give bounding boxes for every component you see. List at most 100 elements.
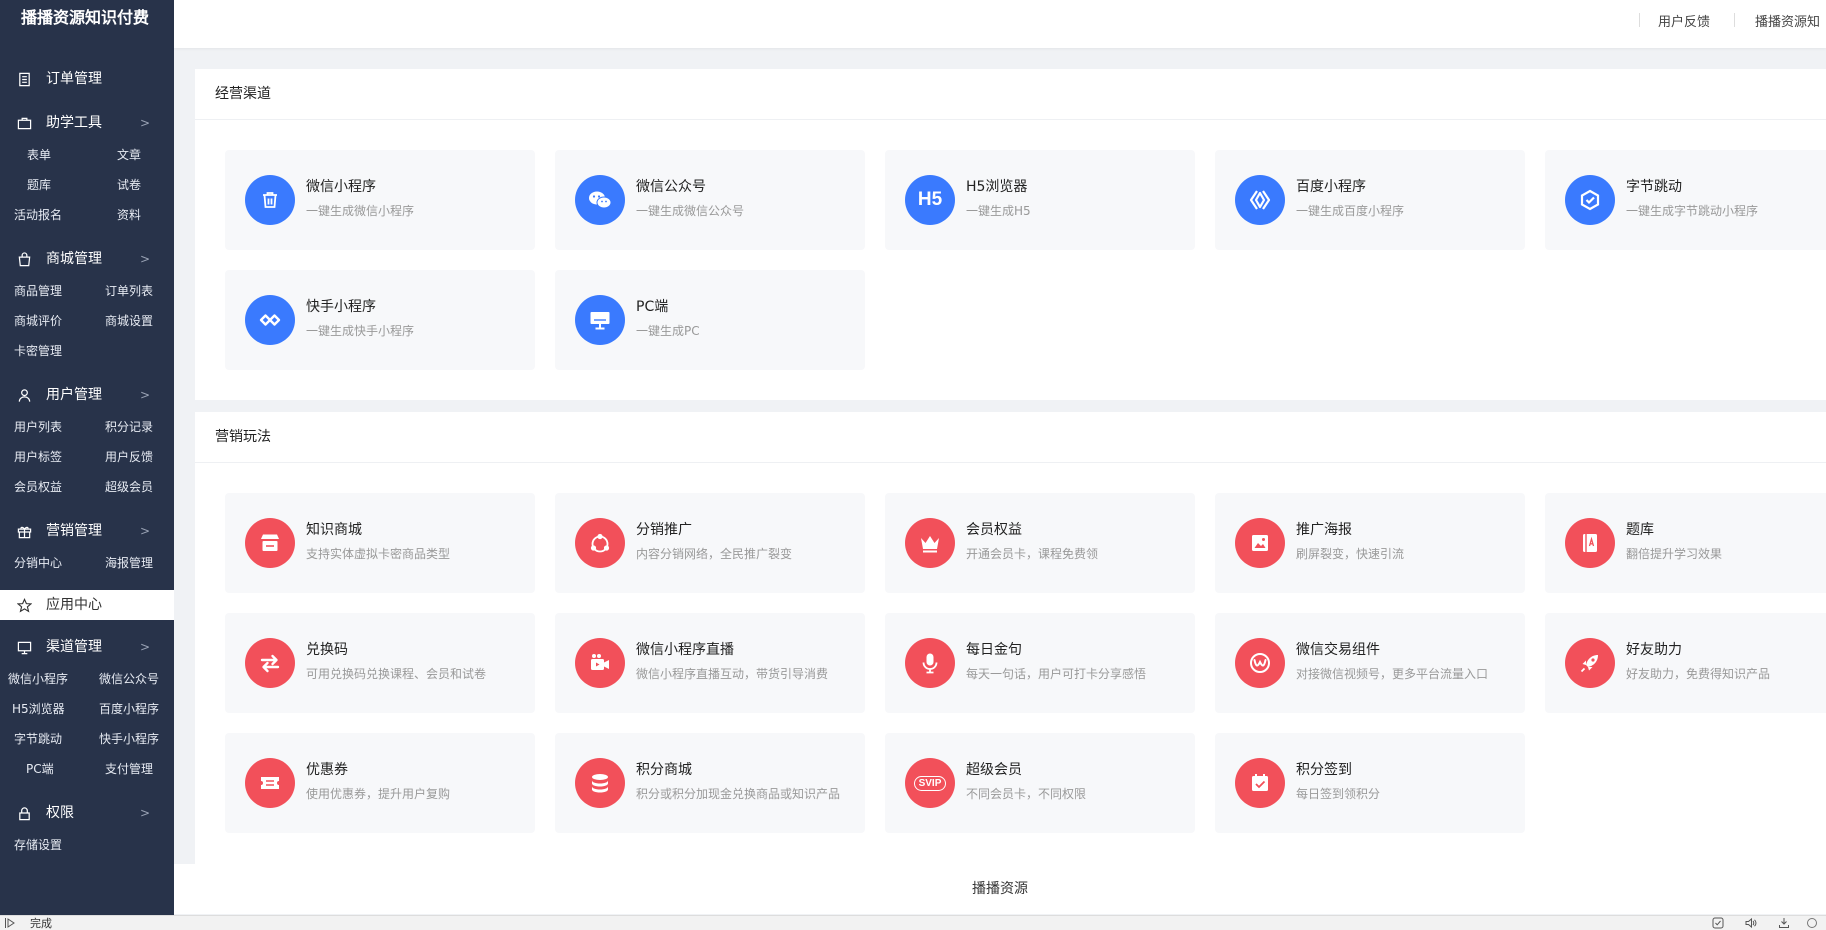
tile-title: H5浏览器: [966, 179, 1028, 195]
tile-knowledge-mall[interactable]: 知识商城 支持实体虚拟卡密商品类型: [225, 493, 535, 593]
tile-title: 好友助力: [1626, 642, 1682, 658]
tile-desc: 刷屏裂变，快速引流: [1296, 547, 1405, 561]
svip-icon: SVIP: [905, 758, 955, 808]
sub-item-h5[interactable]: H5浏览器: [0, 694, 85, 724]
sub-item-event-signup[interactable]: 活动报名: [0, 200, 77, 230]
channels-panel: 经营渠道 微信小程序 一键生成微信小程序 微信公众号 一键生成微信公众号 H5 …: [195, 69, 1826, 400]
tile-question-bank[interactable]: 题库 翻倍提升学习效果: [1545, 493, 1826, 593]
zoom-icon[interactable]: [1806, 917, 1818, 929]
sub-item-form[interactable]: 表单: [0, 140, 77, 170]
tile-coupon[interactable]: 优惠券 使用优惠券，提升用户复购: [225, 733, 535, 833]
tile-points-mall[interactable]: 积分商城 积分或积分加现金兑换商品或知识产品: [555, 733, 865, 833]
account-menu[interactable]: 播播资源知: [1755, 11, 1820, 30]
footer: 播播资源: [174, 864, 1826, 914]
sub-item-bytedance[interactable]: 字节跳动: [0, 724, 85, 754]
menu-permission[interactable]: 权限 >: [0, 798, 174, 828]
coins-icon: [575, 758, 625, 808]
tile-redeem-code[interactable]: 兑换码 可用兑换码兑换课程、会员和试卷: [225, 613, 535, 713]
tile-member-rights[interactable]: 会员权益 开通会员卡，课程免费领: [885, 493, 1195, 593]
sub-item-products[interactable]: 商品管理: [0, 276, 77, 306]
shield-check-icon[interactable]: [1712, 917, 1724, 929]
tile-desc: 好友助力，免费得知识产品: [1626, 667, 1771, 681]
tile-desc: 一键生成快手小程序: [306, 324, 415, 338]
sub-item-mall-settings[interactable]: 商城设置: [77, 306, 174, 336]
menu-channel-label: 渠道管理: [46, 639, 102, 655]
menu-channel[interactable]: 渠道管理 >: [0, 632, 174, 662]
h5-glyph: H5: [917, 189, 943, 210]
tile-h5[interactable]: H5 H5浏览器 一键生成H5: [885, 150, 1195, 250]
tile-wechat-trade[interactable]: 微信交易组件 对接微信视频号，更多平台流量入口: [1215, 613, 1525, 713]
tile-distribution[interactable]: 分销推广 内容分销网络，全民推广裂变: [555, 493, 865, 593]
tile-wechat-official[interactable]: 微信公众号 一键生成微信公众号: [555, 150, 865, 250]
browser-status-bar: 完成: [0, 915, 1826, 930]
divider: [1639, 13, 1640, 27]
tile-title: 积分签到: [1296, 762, 1352, 778]
tile-points-checkin[interactable]: 积分签到 每日签到领积分: [1215, 733, 1525, 833]
sub-item-baidu[interactable]: 百度小程序: [85, 694, 174, 724]
sub-item-user-feedback[interactable]: 用户反馈: [77, 442, 174, 472]
tile-desc: 不同会员卡，不同权限: [966, 787, 1087, 801]
sub-item-wechat-official[interactable]: 微信公众号: [85, 664, 174, 694]
sub-item-user-tags[interactable]: 用户标签: [0, 442, 77, 472]
sidebar: 播播资源知识付费 订单管理 助学工具 > 表单 文章 题库 试卷 活动报名 资料…: [0, 0, 174, 915]
speaker-icon[interactable]: [1745, 917, 1757, 929]
monitor-icon: [575, 295, 625, 345]
menu-order[interactable]: 订单管理: [0, 64, 174, 94]
sub-item-question-bank[interactable]: 题库: [0, 170, 77, 200]
star-icon: [17, 598, 32, 613]
tile-title: 分销推广: [636, 522, 692, 538]
sub-item-card-secret[interactable]: 卡密管理: [0, 336, 77, 366]
sub-item-poster-manage[interactable]: 海报管理: [77, 548, 174, 578]
tile-pc[interactable]: PC端 一键生成PC: [555, 270, 865, 370]
coupon-icon: [245, 758, 295, 808]
svip-glyph: SVIP: [913, 775, 947, 791]
tile-kuaishou[interactable]: 快手小程序 一键生成快手小程序: [225, 270, 535, 370]
sub-item-kuaishou[interactable]: 快手小程序: [85, 724, 174, 754]
tile-title: 微信交易组件: [1296, 642, 1380, 658]
tile-friend-help[interactable]: 好友助力 好友助力，免费得知识产品: [1545, 613, 1826, 713]
exchange-icon: [245, 638, 295, 688]
tile-wechat-mini[interactable]: 微信小程序 一键生成微信小程序: [225, 150, 535, 250]
tile-daily-quote[interactable]: 每日金句 每天一句话，用户可打卡分享感悟: [885, 613, 1195, 713]
chevron-right-icon: >: [139, 252, 150, 266]
sub-item-super-member[interactable]: 超级会员: [77, 472, 174, 502]
chevron-right-icon: >: [139, 806, 150, 820]
sub-item-materials[interactable]: 资料: [77, 200, 174, 230]
monitor-icon: [17, 641, 32, 655]
tile-bytedance[interactable]: 字节跳动 一键生成字节跳动小程序: [1545, 150, 1826, 250]
menu-app-center[interactable]: 应用中心: [0, 590, 174, 620]
chevron-right-icon: >: [139, 116, 150, 130]
tile-title: 微信公众号: [636, 179, 706, 195]
user-icon: [18, 389, 31, 402]
tile-title: PC端: [636, 299, 669, 315]
tile-title: 题库: [1626, 522, 1654, 538]
sub-item-order-list[interactable]: 订单列表: [77, 276, 174, 306]
chevron-right-icon: >: [139, 640, 150, 654]
menu-marketing[interactable]: 营销管理 >: [0, 516, 174, 546]
tile-mini-live[interactable]: 微信小程序直播 微信小程序直播互动，带货引导消费: [555, 613, 865, 713]
sub-item-points-record[interactable]: 积分记录: [77, 412, 174, 442]
tile-desc: 积分或积分加现金兑换商品或知识产品: [636, 787, 841, 801]
sub-item-pc[interactable]: PC端: [0, 754, 85, 784]
calendar-check-icon: [1235, 758, 1285, 808]
tile-super-member[interactable]: SVIP 超级会员 不同会员卡，不同权限: [885, 733, 1195, 833]
sub-item-storage-settings[interactable]: 存储设置: [0, 830, 77, 860]
tile-baidu[interactable]: 百度小程序 一键生成百度小程序: [1215, 150, 1525, 250]
sub-item-mall-review[interactable]: 商城评价: [0, 306, 77, 336]
sub-item-payment[interactable]: 支付管理: [85, 754, 174, 784]
sub-item-article[interactable]: 文章: [77, 140, 174, 170]
tile-desc: 翻倍提升学习效果: [1626, 547, 1723, 561]
top-header: 用户反馈 播播资源知: [174, 0, 1826, 48]
sub-item-exam[interactable]: 试卷: [77, 170, 174, 200]
download-icon[interactable]: [1778, 917, 1790, 929]
tile-desc: 一键生成PC: [636, 324, 700, 338]
sub-item-user-list[interactable]: 用户列表: [0, 412, 77, 442]
menu-study-tools[interactable]: 助学工具 >: [0, 108, 174, 138]
user-feedback-link[interactable]: 用户反馈: [1658, 11, 1710, 30]
sub-item-distribution-center[interactable]: 分销中心: [0, 548, 77, 578]
menu-mall[interactable]: 商城管理 >: [0, 244, 174, 274]
tile-promo-poster[interactable]: 推广海报 刷屏裂变，快速引流: [1215, 493, 1525, 593]
sub-item-member-rights[interactable]: 会员权益: [0, 472, 77, 502]
menu-user[interactable]: 用户管理 >: [0, 380, 174, 410]
sub-item-wechat-mini[interactable]: 微信小程序: [0, 664, 85, 694]
